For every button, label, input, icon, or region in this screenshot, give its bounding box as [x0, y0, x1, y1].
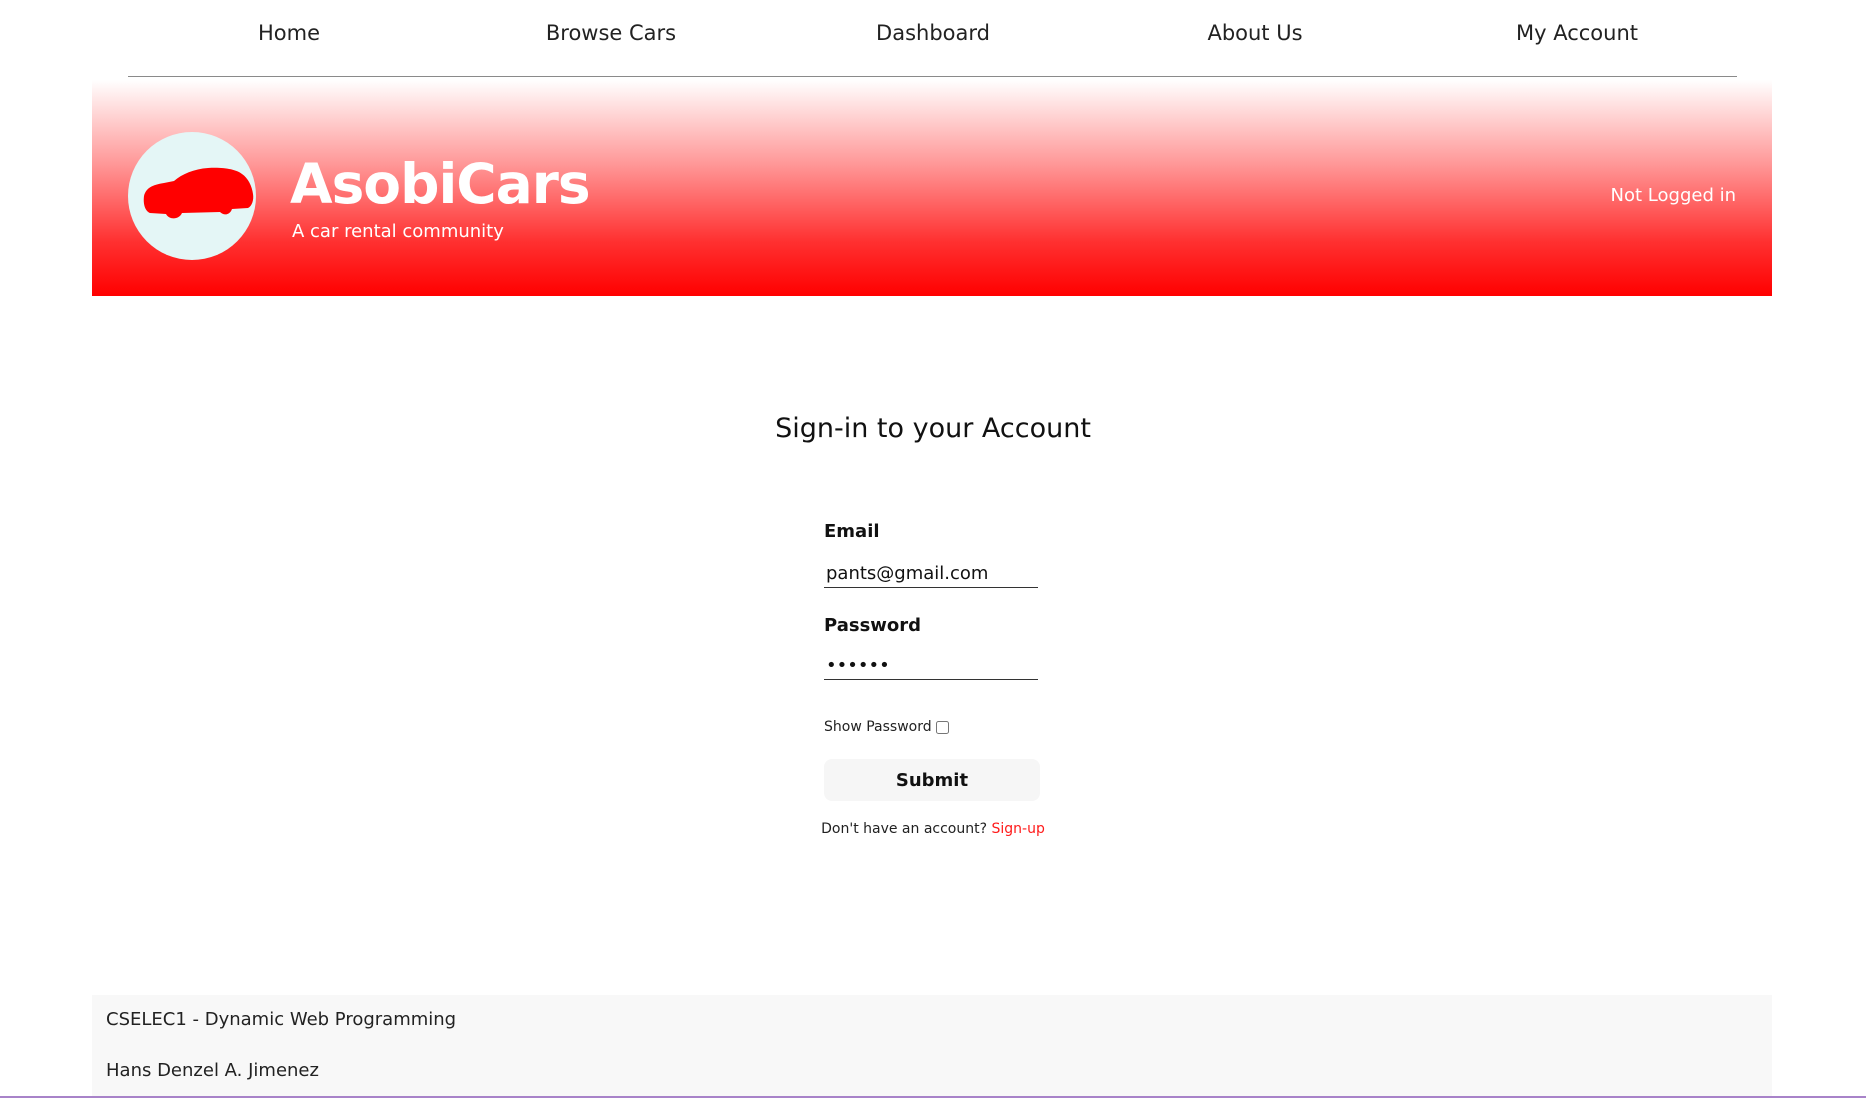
nav-my-account-link[interactable]: My Account [1416, 21, 1738, 45]
footer: CSELEC1 - Dynamic Web Programming Hans D… [92, 995, 1772, 1098]
nav-dashboard-link[interactable]: Dashboard [772, 21, 1094, 45]
brand-tagline: A car rental community [292, 221, 504, 242]
signup-prompt: Don't have an account? [821, 821, 988, 837]
page-title: Sign-in to your Account [775, 413, 1091, 444]
nav-home-link[interactable]: Home [128, 21, 450, 45]
nav-about-us-link[interactable]: About Us [1094, 21, 1416, 45]
show-password-checkbox[interactable] [935, 720, 949, 734]
signup-link[interactable]: Sign-up [992, 821, 1045, 837]
submit-button[interactable]: Submit [824, 759, 1040, 801]
show-password-row: Show Password [824, 719, 949, 735]
car-icon [143, 167, 254, 219]
login-status: Not Logged in [1610, 185, 1736, 206]
footer-author: Hans Denzel A. Jimenez [106, 1060, 319, 1081]
logo[interactable] [128, 132, 256, 260]
nav-browse-cars-link[interactable]: Browse Cars [450, 21, 772, 45]
email-field[interactable] [824, 560, 1038, 588]
footer-course: CSELEC1 - Dynamic Web Programming [106, 1009, 457, 1030]
email-label: Email [824, 521, 880, 542]
password-field[interactable] [824, 652, 1038, 680]
password-label: Password [824, 615, 922, 636]
show-password-label: Show Password [824, 719, 932, 735]
header-banner: AsobiCars A car rental community Not Log… [92, 80, 1772, 296]
signup-prompt-row: Don't have an account? Sign-up [0, 821, 1866, 837]
top-nav: Home Browse Cars Dashboard About Us My A… [128, 0, 1737, 77]
brand-name: AsobiCars [290, 152, 591, 216]
